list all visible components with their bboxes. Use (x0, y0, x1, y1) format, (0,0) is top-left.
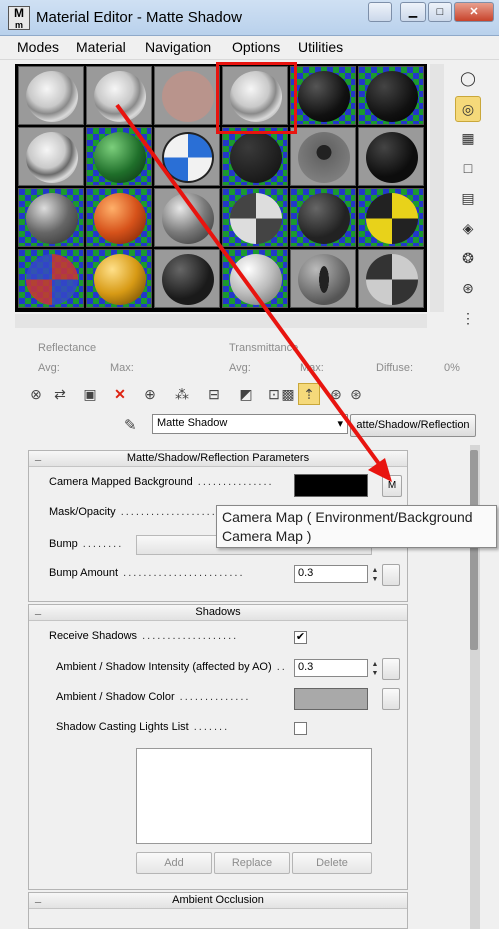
annotation-arrow (115, 103, 392, 482)
